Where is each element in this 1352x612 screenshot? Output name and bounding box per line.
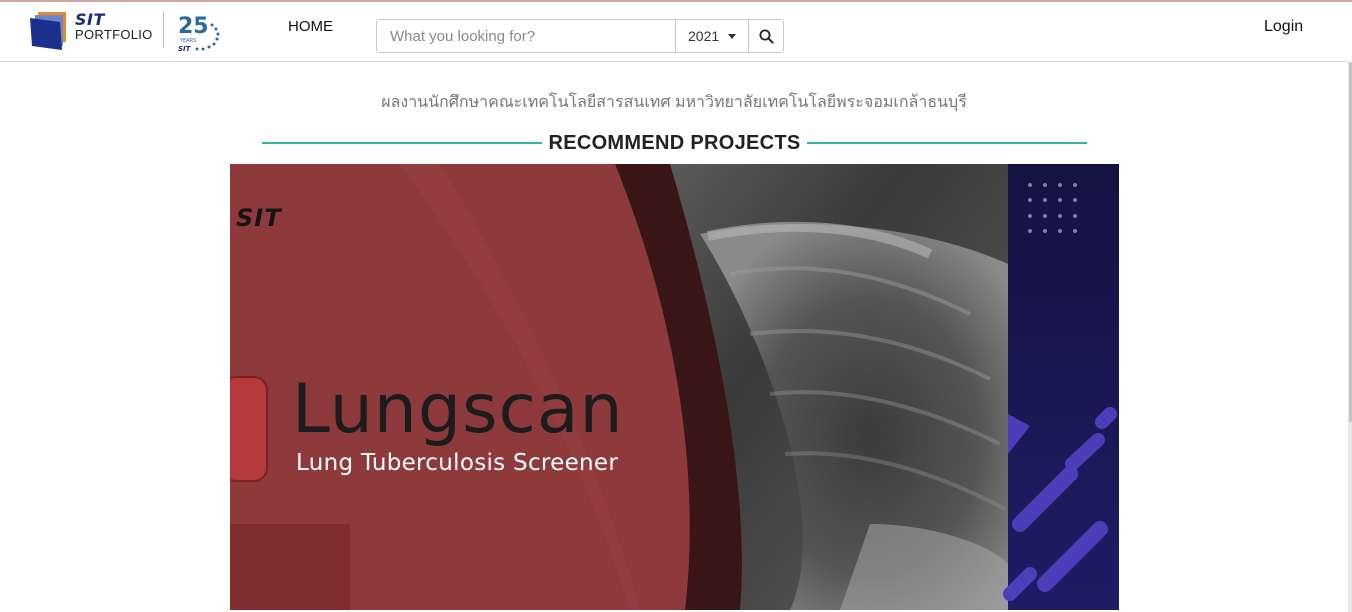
- brand-divider: [163, 12, 164, 48]
- brand-sit-text: SIT: [75, 10, 105, 29]
- svg-text:YEARS: YEARS: [179, 38, 196, 44]
- caret-down-icon: [728, 33, 736, 39]
- slide-title-part2: scan: [462, 370, 624, 449]
- anniversary-25-years-logo: 25 YEARS SIT: [178, 14, 220, 53]
- login-link[interactable]: Login: [1264, 18, 1303, 36]
- slide-title: Lungscan: [292, 370, 624, 449]
- slide-subtitle: Lung Tuberculosis Screener: [296, 450, 619, 476]
- section-rule-right: [807, 142, 1087, 144]
- svg-text:25: 25: [178, 14, 209, 39]
- year-select-value: 2021: [688, 28, 720, 44]
- nav-home-link[interactable]: HOME: [288, 18, 333, 35]
- portfolio-folder-icon: [30, 12, 66, 50]
- recommend-project-slide[interactable]: SIT Lungscan Lung Tuberculosis Screener: [230, 164, 1119, 610]
- year-select[interactable]: 2021: [676, 20, 749, 52]
- search-input[interactable]: [377, 20, 676, 52]
- section-header: RECOMMEND PROJECTS: [262, 130, 1087, 158]
- brand-portfolio-text: PORTFOLIO: [75, 27, 153, 42]
- slide-title-part1: Lung: [292, 370, 463, 449]
- svg-text:SIT: SIT: [178, 45, 192, 53]
- top-navbar: SIT PORTFOLIO 25 YEARS SIT HOME 2021 Log…: [0, 2, 1348, 62]
- brand-logo-link[interactable]: SIT PORTFOLIO 25 YEARS SIT: [30, 10, 230, 53]
- lungscan-app-icon: [230, 376, 268, 482]
- search-group: 2021: [376, 19, 784, 53]
- brand-text: SIT PORTFOLIO: [75, 10, 153, 43]
- page-subtitle: ผลงานนักศึกษาคณะเทคโนโลยีสารสนเทศ มหาวิท…: [381, 94, 967, 111]
- slide-sit-logo: SIT: [236, 204, 282, 232]
- search-button[interactable]: [749, 20, 783, 52]
- search-icon: [759, 29, 774, 44]
